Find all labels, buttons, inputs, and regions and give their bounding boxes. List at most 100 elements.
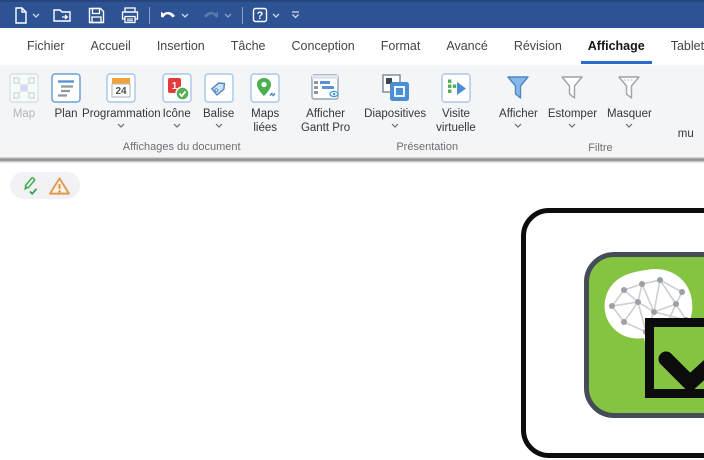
button-label: mu [678, 127, 694, 141]
gantt-pro-button[interactable]: Afficher Gantt Pro [291, 71, 361, 136]
chevron-down-icon[interactable] [568, 123, 576, 128]
customize-quick-access-icon [291, 11, 300, 19]
button-label: Programmation [82, 107, 161, 121]
linked-maps-button[interactable]: Maps liées [240, 71, 291, 136]
ribbon: Map Plan [0, 65, 704, 157]
tab-avance[interactable]: Avancé [446, 29, 487, 64]
filter-hide-icon [615, 74, 643, 102]
slides-button[interactable]: Diapositives [366, 71, 423, 129]
priority-icon: 1 [162, 73, 192, 103]
button-label: Maps liées [245, 107, 286, 135]
button-label: Visite virtuelle [429, 107, 483, 135]
tab-fichier[interactable]: Fichier [27, 29, 65, 64]
map-view-button[interactable]: Map [3, 71, 45, 122]
titlebar: ? [0, 0, 704, 28]
ribbon-group-label: Présentation [366, 141, 488, 157]
tag-icon [204, 73, 234, 103]
svg-text:24: 24 [116, 86, 128, 97]
icon-marker-button[interactable]: 1 Icône [156, 71, 198, 129]
filter-multiple-button-partial[interactable]: mu [665, 71, 704, 142]
filter-fade-icon [558, 74, 586, 102]
chevron-down-icon [181, 13, 189, 18]
schedule-button[interactable]: 24 Programmation [87, 71, 156, 129]
ribbon-tab-bar: Fichier Accueil Insertion Tâche Concepti… [0, 28, 704, 65]
print-icon [121, 7, 140, 24]
new-document-button[interactable] [10, 4, 31, 26]
tab-conception[interactable]: Conception [292, 29, 355, 64]
filter-show-button[interactable]: Afficher [494, 71, 543, 129]
status-indicator-pill [10, 172, 80, 199]
undo-dropdown[interactable] [180, 4, 193, 26]
ribbon-group-filtre: Afficher Estomper [494, 65, 704, 157]
save-button[interactable] [85, 4, 108, 26]
button-label: Plan [54, 107, 77, 121]
document-canvas [0, 163, 704, 460]
tab-format[interactable]: Format [381, 29, 421, 64]
slides-icon [379, 72, 411, 104]
print-button[interactable] [118, 4, 143, 26]
outline-view-button[interactable]: Plan [45, 71, 87, 122]
chevron-down-icon[interactable] [391, 123, 399, 128]
tag-button[interactable]: Balise [198, 71, 240, 129]
undo-button[interactable] [156, 4, 180, 26]
open-button[interactable] [50, 4, 75, 26]
button-label: Masquer [607, 107, 652, 121]
redo-dropdown[interactable] [223, 4, 236, 26]
chevron-down-icon[interactable] [173, 123, 181, 128]
help-button[interactable]: ? [249, 4, 271, 26]
outline-view-icon [51, 73, 81, 103]
map-view-icon [9, 73, 39, 103]
ribbon-group-affichages-du-document: Map Plan [3, 65, 360, 157]
button-label: Estomper [548, 107, 597, 121]
button-label: Afficher [499, 107, 538, 121]
help-dropdown[interactable] [271, 4, 284, 26]
tab-insertion[interactable]: Insertion [157, 29, 205, 64]
tab-revision[interactable]: Révision [514, 29, 562, 64]
tab-tache[interactable]: Tâche [231, 29, 266, 64]
ribbon-group-label: Filtre [494, 142, 704, 157]
open-folder-icon [53, 7, 72, 23]
button-label: Afficher Gantt Pro [296, 107, 356, 135]
virtual-tour-button[interactable]: Visite virtuelle [424, 71, 488, 136]
chevron-down-icon[interactable] [215, 123, 223, 128]
filter-fade-button[interactable]: Estomper [543, 71, 602, 129]
customize-quick-access-button[interactable] [288, 4, 303, 26]
chevron-down-icon [32, 13, 40, 18]
gantt-pro-icon [310, 73, 342, 103]
undo-icon [159, 8, 177, 22]
svg-text:?: ? [257, 10, 264, 22]
warning-triangle-icon[interactable] [48, 176, 71, 196]
help-icon: ? [252, 7, 268, 23]
button-label: Diapositives [364, 107, 426, 121]
titlebar-separator [242, 7, 243, 24]
titlebar-separator [149, 7, 150, 24]
chevron-down-icon[interactable] [625, 123, 633, 128]
ribbon-group-label: Affichages du document [3, 141, 360, 157]
redo-button[interactable] [199, 4, 223, 26]
redo-icon [202, 8, 220, 22]
checkmark-icon [656, 319, 704, 399]
schedule-calendar-icon: 24 [106, 73, 136, 103]
checkmark-box [645, 318, 704, 398]
chevron-down-icon[interactable] [117, 123, 125, 128]
button-label: Map [13, 107, 35, 121]
new-document-icon [13, 7, 28, 24]
filter-hide-button[interactable]: Masquer [602, 71, 657, 129]
tab-tablette[interactable]: Tablette [671, 29, 704, 64]
chevron-down-icon [224, 13, 232, 18]
tab-affichage[interactable]: Affichage [588, 29, 645, 64]
button-label: Icône [163, 107, 191, 121]
filter-show-icon [504, 74, 532, 102]
new-document-dropdown[interactable] [31, 4, 44, 26]
save-icon [88, 7, 105, 24]
virtual-tour-icon [441, 73, 471, 103]
linked-maps-icon [250, 73, 280, 103]
preview-card [521, 208, 704, 458]
chevron-down-icon[interactable] [514, 123, 522, 128]
tab-accueil[interactable]: Accueil [91, 29, 131, 64]
pen-check-icon[interactable] [19, 176, 40, 196]
chevron-down-icon [272, 13, 280, 18]
mindmanager-app-icon [584, 252, 704, 418]
ribbon-group-presentation: Diapositives Visite virtuelle [366, 65, 488, 157]
button-label: Balise [203, 107, 234, 121]
